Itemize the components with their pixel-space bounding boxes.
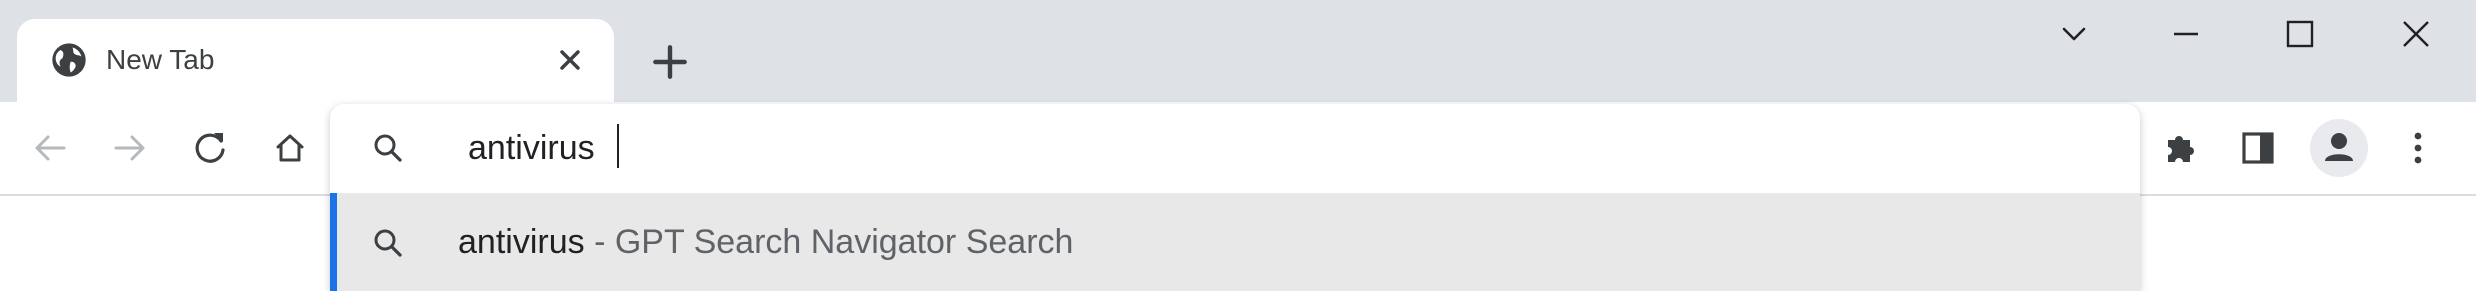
puzzle-icon[interactable] — [2152, 120, 2208, 176]
back-arrow-icon[interactable] — [22, 120, 78, 176]
maximize-icon[interactable] — [2272, 10, 2328, 58]
suggestion-item[interactable]: antivirus - GPT Search Navigator Search — [330, 193, 2140, 291]
suggestion-provider: GPT Search Navigator Search — [614, 223, 1074, 261]
search-icon — [370, 130, 406, 166]
omnibox-popup: antivirus antivirus - GPT Search Navigat… — [330, 104, 2140, 291]
suggestion-query: antivirus — [458, 223, 585, 261]
text-caret — [617, 124, 619, 168]
browser-window: New Tab antivirus antivirus - GPT Search… — [0, 0, 2476, 291]
globe-icon — [49, 40, 89, 80]
reload-icon[interactable] — [182, 120, 238, 176]
side-panel-icon[interactable] — [2230, 120, 2286, 176]
suggestion-separator: - — [594, 223, 606, 261]
omnibox-input[interactable]: antivirus — [330, 104, 2140, 192]
profile-icon[interactable] — [2310, 119, 2368, 177]
tab-title: New Tab — [106, 44, 215, 75]
plus-icon[interactable] — [648, 40, 692, 84]
minimize-icon[interactable] — [2158, 10, 2214, 58]
selection-indicator — [330, 193, 337, 291]
forward-arrow-icon[interactable] — [102, 120, 158, 176]
omnibox-text[interactable]: antivirus — [468, 126, 595, 170]
suggestion-text: antivirus - GPT Search Navigator Search — [458, 219, 1073, 265]
search-icon — [370, 225, 406, 261]
chevron-down-icon[interactable] — [2046, 10, 2102, 58]
home-icon[interactable] — [262, 120, 318, 176]
kebab-menu-icon[interactable] — [2390, 120, 2446, 176]
tab-new-tab[interactable]: New Tab — [17, 19, 614, 102]
close-icon[interactable] — [554, 44, 586, 76]
tab-strip: New Tab — [0, 0, 2476, 102]
close-window-icon[interactable] — [2388, 10, 2444, 58]
